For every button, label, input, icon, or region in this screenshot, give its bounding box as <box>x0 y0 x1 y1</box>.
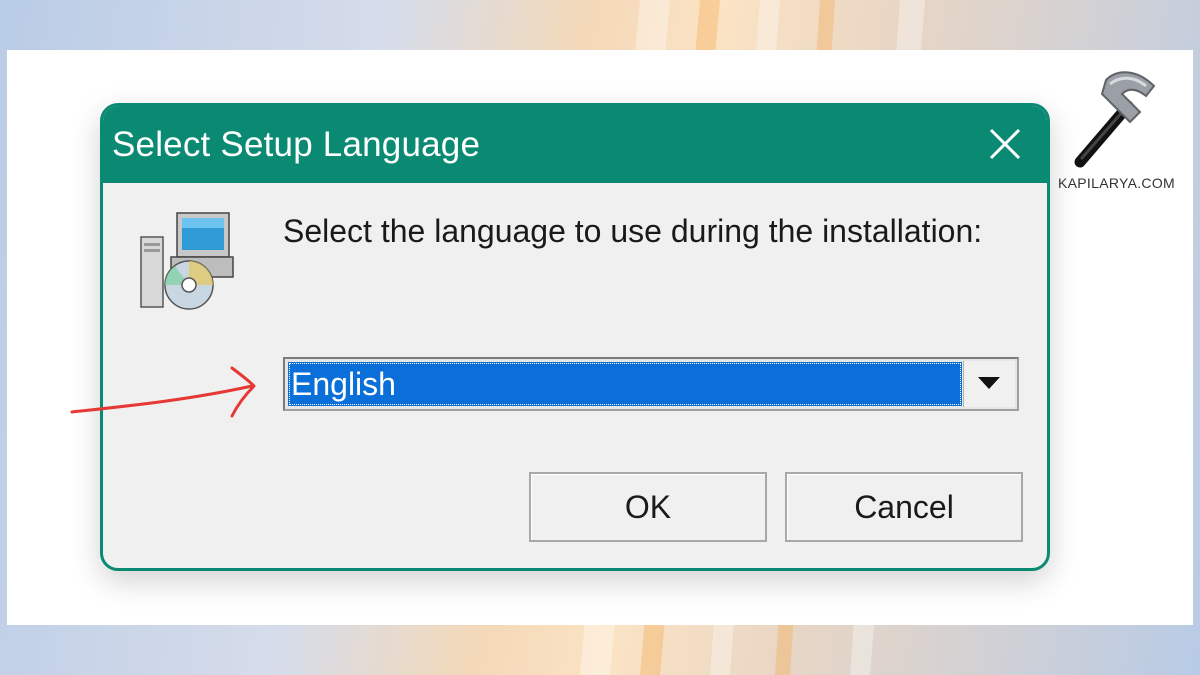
dialog-titlebar[interactable]: Select Setup Language <box>103 106 1047 183</box>
language-dropdown[interactable]: English <box>283 357 1019 411</box>
ok-button[interactable]: OK <box>529 472 767 542</box>
hammer-logo <box>1074 71 1156 168</box>
setup-language-dialog: Select Setup Language Select the languag… <box>100 103 1050 571</box>
language-prompt: Select the language to use during the in… <box>283 213 983 249</box>
close-button[interactable] <box>983 122 1027 166</box>
dialog-title: Select Setup Language <box>112 125 481 164</box>
dropdown-toggle-button[interactable] <box>963 361 1015 407</box>
cancel-button[interactable]: Cancel <box>785 472 1023 542</box>
close-icon <box>989 128 1021 160</box>
setup-computer-cd-icon <box>140 212 234 310</box>
language-selected-value[interactable]: English <box>288 362 962 406</box>
red-annotation-arrow <box>70 366 256 418</box>
watermark-site: KAPILARYA.COM <box>1058 175 1175 191</box>
chevron-down-icon <box>978 377 1000 389</box>
